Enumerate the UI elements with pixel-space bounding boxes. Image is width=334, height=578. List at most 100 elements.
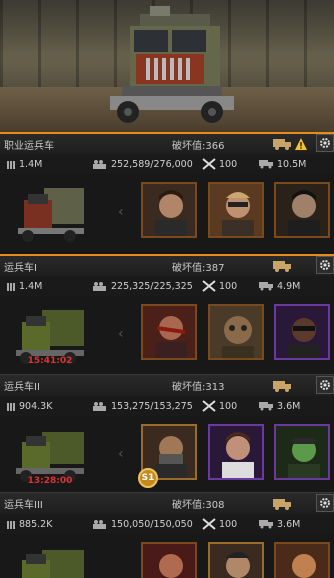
level-stat: 100 <box>202 280 237 292</box>
hero-portrait-1[interactable] <box>141 182 197 238</box>
truck-graphic <box>18 188 84 242</box>
portrait-image <box>276 184 328 236</box>
truck-status-icon[interactable] <box>272 137 292 151</box>
chevron-left-icon: ‹ <box>118 446 124 462</box>
settings-gear-button[interactable] <box>316 256 334 274</box>
portrait-image <box>143 544 195 578</box>
gear-icon <box>320 138 330 148</box>
level-value: 100 <box>219 400 238 412</box>
chevron-left-icon: ‹ <box>118 204 124 220</box>
truck-icon <box>259 520 273 529</box>
row-header: 运兵车III 破坏值:308 <box>0 492 334 514</box>
portrait-image <box>276 544 328 578</box>
hero-banner <box>0 0 334 132</box>
load-stat: 3.6M <box>258 519 300 530</box>
ammo-value: 1.4M <box>19 158 43 170</box>
load-stat: 3.6M <box>258 401 300 412</box>
portrait-image <box>276 426 328 478</box>
row-stats: 885.2K 150,050/150,050 100 3.6M <box>0 514 334 534</box>
capacity-value: 252,589/276,000 <box>111 158 193 170</box>
settings-gear-button[interactable] <box>316 376 334 394</box>
settings-gear-button[interactable] <box>316 134 334 152</box>
portrait-image <box>210 544 262 578</box>
row-title: 职业运兵车 <box>4 140 54 152</box>
row-stats: 1.4M 252,589/276,000 100 10.5M <box>0 154 334 174</box>
ammo-value: 904.3K <box>19 400 53 412</box>
hero-portrait-1[interactable] <box>141 304 197 360</box>
capacity-stat: 225,325/225,325 <box>92 281 193 292</box>
row-title: 运兵车I <box>4 262 37 274</box>
truck-graphic <box>22 550 84 578</box>
load-stat: 10.5M <box>258 159 306 170</box>
chevron-left-icon: ‹ <box>118 326 124 342</box>
capacity-stat: 153,275/153,275 <box>92 401 193 412</box>
capacity-stat: 252,589/276,000 <box>92 159 193 170</box>
portrait-image <box>210 426 262 478</box>
ammo-stat: 904.3K <box>6 401 52 412</box>
hero-portrait-3[interactable] <box>274 424 330 480</box>
row-title: 运兵车III <box>4 500 43 511</box>
level-value: 100 <box>219 158 238 170</box>
row-body: 13:28:00 ‹ S1 <box>0 416 334 494</box>
troops-icon <box>93 160 106 169</box>
settings-gear-button[interactable] <box>316 494 334 512</box>
hero-portrait-2[interactable] <box>208 424 264 480</box>
warning-icon[interactable] <box>294 137 308 151</box>
row-title: 运兵车II <box>4 382 40 393</box>
hero-portrait-3[interactable] <box>274 542 330 578</box>
vehicle-image[interactable] <box>8 538 92 578</box>
troops-icon <box>93 402 106 411</box>
capacity-value: 153,275/153,275 <box>111 400 193 412</box>
load-value: 3.6M <box>277 518 301 530</box>
convoy-row-3[interactable]: 运兵车III 破坏值:308 885.2K 150,050/150,050 10… <box>0 492 334 578</box>
row-body: 15:41:02 ‹ <box>0 296 334 374</box>
capacity-value: 225,325/225,325 <box>111 280 193 292</box>
level-value: 100 <box>219 518 238 530</box>
row-stats: 904.3K 153,275/153,275 100 3.6M <box>0 396 334 416</box>
ammo-stat: 1.4M <box>6 281 42 292</box>
hero-portrait-2[interactable] <box>208 304 264 360</box>
ammo-icon <box>7 521 15 529</box>
convoy-row-2[interactable]: 运兵车II 破坏值:313 904.3K 153,275/153,275 100… <box>0 374 334 494</box>
ammo-icon <box>7 161 15 169</box>
tools-icon <box>202 400 216 412</box>
row-header: 运兵车I 破坏值:387 <box>0 254 334 276</box>
damage-value: 破坏值:308 <box>172 500 225 511</box>
convoy-row-0[interactable]: 职业运兵车 破坏值:366 1.4M 252,589/276,000 100 1… <box>0 132 334 252</box>
portrait-image <box>276 306 328 358</box>
vehicle-image[interactable]: 15:41:02 <box>8 300 92 368</box>
ammo-value: 885.2K <box>19 518 53 530</box>
portrait-image <box>143 184 195 236</box>
vehicle-image[interactable] <box>8 178 92 246</box>
level-stat: 100 <box>202 400 237 412</box>
load-value: 10.5M <box>277 158 307 170</box>
gear-icon <box>320 380 330 390</box>
cooldown-timer: 15:41:02 <box>27 356 73 366</box>
hero-portrait-3[interactable] <box>274 182 330 238</box>
rank-badge: S1 <box>138 468 158 488</box>
row-body: ‹ <box>0 174 334 252</box>
cooldown-timer: 13:28:00 <box>27 476 73 486</box>
truck-status-icon[interactable] <box>272 379 292 393</box>
tools-icon <box>202 280 216 292</box>
load-value: 3.6M <box>277 400 301 412</box>
hero-portrait-3[interactable] <box>274 304 330 360</box>
row-header: 职业运兵车 破坏值:366 <box>0 132 334 154</box>
truck-status-icon[interactable] <box>272 497 292 511</box>
row-body <box>0 534 334 578</box>
ammo-stat: 1.4M <box>6 159 42 170</box>
truck-icon <box>259 160 273 169</box>
hero-portrait-1[interactable] <box>141 542 197 578</box>
hero-portrait-2[interactable] <box>208 182 264 238</box>
damage-value: 破坏值:366 <box>172 140 225 152</box>
vehicle-image[interactable]: 13:28:00 <box>8 420 92 488</box>
level-stat: 100 <box>202 158 237 170</box>
truck-status-icon[interactable] <box>272 259 292 273</box>
hero-portrait-2[interactable] <box>208 542 264 578</box>
damage-value: 破坏值:387 <box>172 262 225 274</box>
ammo-icon <box>7 403 15 411</box>
convoy-row-1[interactable]: 运兵车I 破坏值:387 1.4M 225,325/225,325 100 4.… <box>0 254 334 374</box>
damage-value: 破坏值:313 <box>172 382 225 393</box>
hero-truck-image <box>110 6 234 123</box>
row-stats: 1.4M 225,325/225,325 100 4.9M <box>0 276 334 296</box>
